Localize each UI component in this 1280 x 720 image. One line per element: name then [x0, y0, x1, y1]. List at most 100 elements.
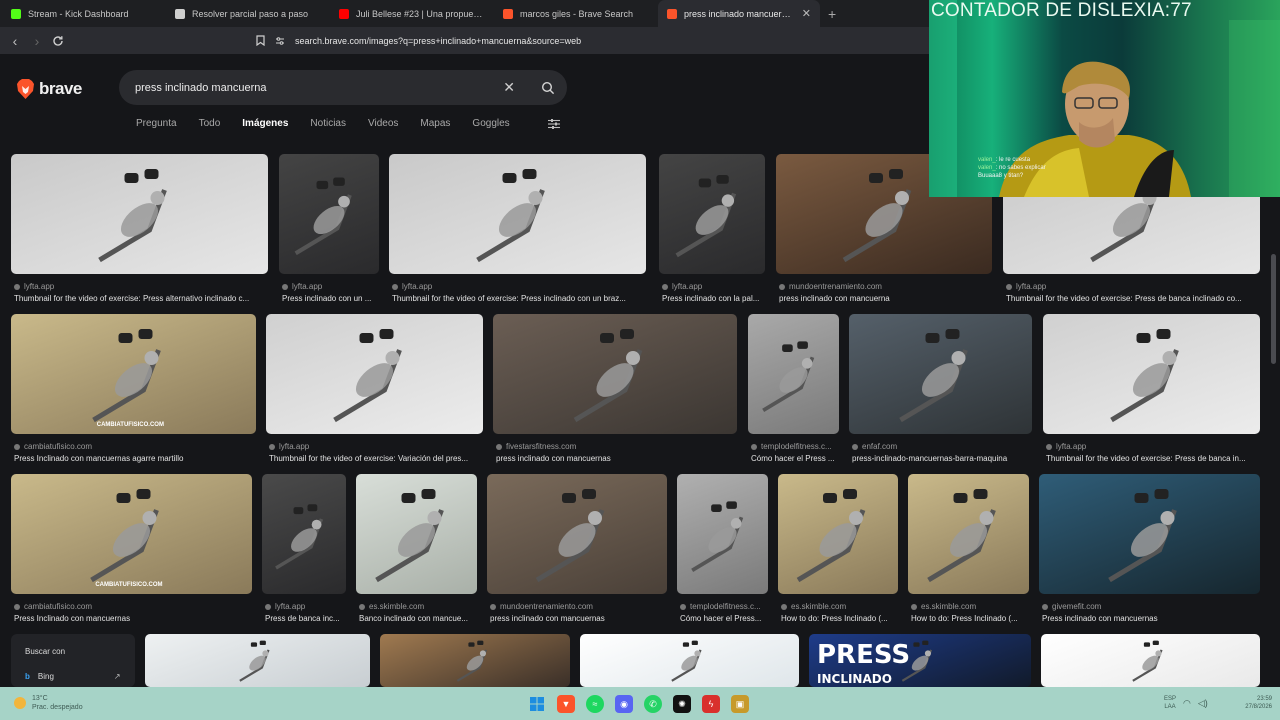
result-thumbnail[interactable]: CAMBIATUFISICO.COM — [11, 314, 256, 434]
result-source[interactable]: es.skimble.com — [359, 602, 476, 611]
result-thumbnail[interactable] — [778, 474, 898, 594]
tab-todo[interactable]: Todo — [199, 118, 221, 129]
image-result-card[interactable]: lyfta.app Thumbnail for the video of exer… — [266, 314, 483, 474]
image-result-card[interactable]: CAMBIATUFISICO.COM cambiatufisico.com Pres… — [11, 474, 252, 634]
tab-press-inclinado[interactable]: press inclinado mancuerna - Bra ✕ — [658, 0, 820, 27]
image-result-card[interactable]: givemefit.com Press inclinado con mancuer… — [1039, 474, 1260, 634]
filters-icon[interactable] — [548, 118, 560, 130]
brave-logo[interactable]: brave — [16, 78, 82, 100]
tab-imagenes[interactable]: Imágenes — [242, 118, 288, 129]
search-box[interactable]: press inclinado mancuerna ✕ — [119, 70, 567, 105]
result-caption[interactable]: Thumbnail for the video of exercise: Pre… — [392, 294, 645, 303]
windows-start-icon[interactable] — [528, 695, 546, 713]
back-icon[interactable]: ‹ — [8, 33, 22, 49]
files-icon[interactable]: ▣ — [731, 695, 749, 713]
tab-youtube-video[interactable]: Juli Bellese #23 | Una propuesta de — [330, 0, 494, 27]
image-result-card[interactable]: lyfta.app Press de banca inc... — [262, 474, 346, 634]
image-result-card[interactable]: lyfta.app Thumbnail for the video of exer… — [389, 154, 646, 314]
wifi-icon[interactable]: ◠ — [1183, 698, 1191, 709]
image-result-card[interactable]: fivestarsfitness.com press inclinado con … — [493, 314, 737, 474]
image-result-card[interactable]: templodelfitness.c... Cómo hacer el Press… — [677, 474, 768, 634]
result-thumbnail[interactable] — [262, 474, 346, 594]
result-caption[interactable]: Cómo hacer el Press ... — [751, 454, 838, 463]
result-caption[interactable]: Cómo hacer el Press... — [680, 614, 767, 623]
reload-icon[interactable] — [52, 35, 64, 47]
result-thumbnail[interactable]: CAMBIATUFISICO.COM — [11, 474, 252, 594]
page-scrollbar[interactable] — [1271, 254, 1276, 364]
image-result-card[interactable]: es.skimble.com Banco inclinado con mancue… — [356, 474, 477, 634]
result-source[interactable]: mundoentrenamiento.com — [490, 602, 666, 611]
result-source[interactable]: templodelfitness.c... — [680, 602, 767, 611]
result-caption[interactable]: Press inclinado con mancuernas — [1042, 614, 1259, 623]
result-thumbnail[interactable]: PRESS INCLINADO — [809, 634, 1031, 687]
result-caption[interactable]: How to do: Press Inclinado (... — [781, 614, 897, 623]
result-caption[interactable]: Thumbnail for the video of exercise: Pre… — [1006, 294, 1259, 303]
result-caption[interactable]: Press Inclinado con mancuernas — [14, 614, 251, 623]
tab-pregunta[interactable]: Pregunta — [136, 118, 177, 129]
volume-icon[interactable]: ◁) — [1198, 698, 1208, 709]
image-result-card[interactable]: mundoentrenamiento.com press inclinado co… — [487, 474, 667, 634]
tab-mapas[interactable]: Mapas — [420, 118, 450, 129]
image-result-card[interactable]: es.skimble.com How to do: Press Inclinado… — [908, 474, 1029, 634]
result-caption[interactable]: Thumbnail for the video of exercise: Pre… — [1046, 454, 1259, 463]
discord-icon[interactable]: ◉ — [615, 695, 633, 713]
url-field[interactable]: search.brave.com/images?q=press+inclinad… — [295, 36, 581, 46]
tab-videos[interactable]: Videos — [368, 118, 398, 129]
result-caption[interactable]: How to do: Press Inclinado (... — [911, 614, 1028, 623]
result-caption[interactable]: press inclinado con mancuernas — [496, 454, 736, 463]
image-result-card[interactable]: CAMBIATUFISICO.COM cambiatufisico.com Pres… — [11, 314, 256, 474]
bing-option[interactable]: b Bing ↗ — [25, 672, 121, 681]
tab-kick-dashboard[interactable]: Stream - Kick Dashboard — [2, 0, 166, 27]
result-caption[interactable]: press inclinado con mancuernas — [490, 614, 666, 623]
clear-search-icon[interactable]: ✕ — [503, 79, 515, 96]
brave-icon[interactable]: ▼ — [557, 695, 575, 713]
bookmark-icon[interactable] — [256, 35, 265, 46]
result-thumbnail[interactable] — [380, 634, 570, 687]
result-source[interactable]: lyfta.app — [265, 602, 345, 611]
image-result-card[interactable]: templodelfitness.c... Cómo hacer el Press… — [748, 314, 839, 474]
result-source[interactable]: givemefit.com — [1042, 602, 1259, 611]
result-thumbnail[interactable] — [11, 154, 268, 274]
image-result-card[interactable]: lyfta.app Thumbnail for the video of exer… — [11, 154, 268, 314]
chatgpt-icon[interactable]: ✺ — [673, 695, 691, 713]
new-tab-button[interactable]: + — [820, 6, 836, 22]
result-source[interactable]: es.skimble.com — [781, 602, 897, 611]
result-thumbnail[interactable] — [487, 474, 667, 594]
result-caption[interactable]: Thumbnail for the video of exercise: Pre… — [14, 294, 267, 303]
forward-icon[interactable]: › — [30, 33, 44, 49]
image-result-card[interactable]: lyfta.app Press inclinado con un ... — [279, 154, 379, 314]
result-thumbnail[interactable] — [493, 314, 737, 434]
result-source[interactable]: lyfta.app — [392, 282, 645, 291]
whatsapp-icon[interactable]: ✆ — [644, 695, 662, 713]
result-thumbnail[interactable] — [908, 474, 1029, 594]
result-thumbnail[interactable] — [1043, 314, 1260, 434]
image-result-card[interactable]: enfaf.com press-inclinado-mancuernas-barr… — [849, 314, 1032, 474]
clock[interactable]: 23:59 27/8/2026 — [1232, 695, 1272, 711]
weather-widget[interactable]: 13°C Prac. despejado — [14, 694, 83, 712]
result-caption[interactable]: Press inclinado con un ... — [282, 294, 378, 303]
language-indicator[interactable]: ESP LAA — [1164, 695, 1176, 711]
result-source[interactable]: lyfta.app — [269, 442, 482, 451]
result-source[interactable]: es.skimble.com — [911, 602, 1028, 611]
result-thumbnail[interactable] — [1039, 474, 1260, 594]
image-result-card[interactable]: es.skimble.com How to do: Press Inclinado… — [778, 474, 898, 634]
result-source[interactable]: cambiatufisico.com — [14, 442, 255, 451]
kick-icon[interactable]: ϟ — [702, 695, 720, 713]
result-caption[interactable]: Press Inclinado con mancuernas agarre ma… — [14, 454, 255, 463]
result-source[interactable]: lyfta.app — [662, 282, 764, 291]
result-thumbnail[interactable] — [279, 154, 379, 274]
search-icon[interactable] — [541, 81, 555, 95]
result-caption[interactable]: press-inclinado-mancuernas-barra-maquina — [852, 454, 1031, 463]
result-source[interactable]: templodelfitness.c... — [751, 442, 838, 451]
result-thumbnail[interactable] — [849, 314, 1032, 434]
result-source[interactable]: lyfta.app — [14, 282, 267, 291]
result-thumbnail[interactable] — [580, 634, 799, 687]
close-tab-icon[interactable]: ✕ — [802, 7, 811, 20]
site-settings-icon[interactable] — [275, 36, 285, 46]
result-caption[interactable]: Banco inclinado con mancue... — [359, 614, 476, 623]
result-thumbnail[interactable] — [677, 474, 768, 594]
image-result-card[interactable]: lyfta.app Thumbnail for the video of exer… — [1043, 314, 1260, 474]
tab-marcos-giles[interactable]: marcos giles - Brave Search — [494, 0, 658, 27]
result-thumbnail[interactable] — [145, 634, 370, 687]
image-result-card[interactable]: lyfta.app Press inclinado con la pal... — [659, 154, 765, 314]
